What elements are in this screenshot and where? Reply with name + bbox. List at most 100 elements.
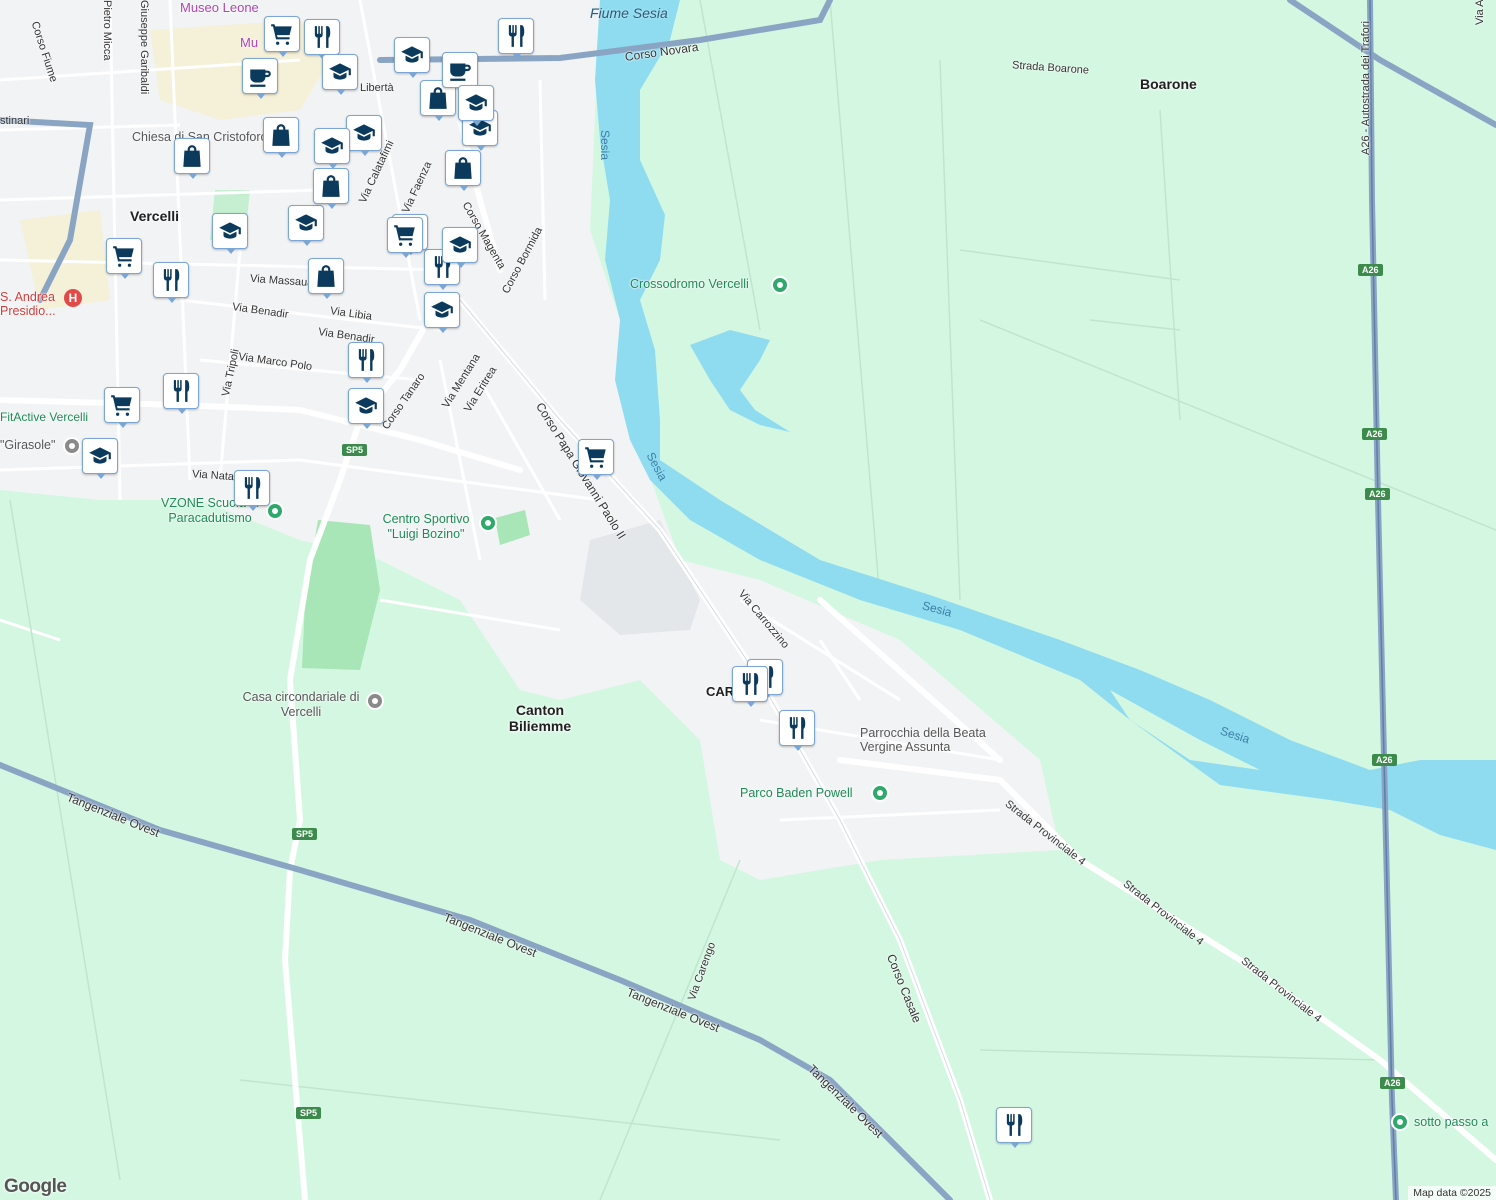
road-shield-a26-c: A26 xyxy=(1365,488,1390,500)
restaurant-marker[interactable] xyxy=(348,342,384,383)
shopping-icon xyxy=(425,85,451,111)
restaurant-marker[interactable] xyxy=(996,1107,1032,1148)
restaurant-marker[interactable] xyxy=(153,262,189,303)
supermarket-icon xyxy=(109,392,135,418)
restaurant-icon xyxy=(784,715,810,741)
restaurant-marker[interactable] xyxy=(779,710,815,751)
place-label-canton-biliemme: Canton Biliemme xyxy=(508,702,572,734)
road-label-liberta: Libertà xyxy=(360,82,394,94)
google-logo: Google xyxy=(4,1176,67,1197)
restaurant-marker[interactable] xyxy=(732,666,768,707)
school-marker[interactable] xyxy=(322,54,358,95)
supermarket-marker[interactable] xyxy=(106,238,142,279)
school-icon xyxy=(351,120,377,146)
cafe-icon xyxy=(247,63,273,89)
restaurant-marker[interactable] xyxy=(234,470,270,511)
supermarket-marker[interactable] xyxy=(578,439,614,480)
school-marker[interactable] xyxy=(442,227,478,268)
poi-label-parrocchia: Parrocchia della Beata Vergine Assunta xyxy=(860,726,986,754)
school-icon xyxy=(87,443,113,469)
school-marker[interactable] xyxy=(82,438,118,479)
road-label-cristinari: stinari xyxy=(0,115,30,127)
poi-label-hospital: S. Andrea Presidio... xyxy=(0,290,56,318)
poi-label-girasole: "Girasole" xyxy=(0,438,56,452)
restaurant-icon xyxy=(503,23,529,49)
school-icon xyxy=(447,232,473,258)
parco-poi-icon[interactable] xyxy=(871,784,889,802)
school-icon xyxy=(319,133,345,159)
restaurant-icon xyxy=(168,378,194,404)
school-icon xyxy=(217,218,243,244)
restaurant-icon xyxy=(1001,1112,1027,1138)
shopping-marker[interactable] xyxy=(263,117,299,158)
map-attribution[interactable]: Map data ©2025 xyxy=(1408,1186,1496,1200)
supermarket-icon xyxy=(583,444,609,470)
school-marker[interactable] xyxy=(212,213,248,254)
supermarket-marker[interactable] xyxy=(264,16,300,57)
shopping-icon xyxy=(318,173,344,199)
hospital-icon[interactable]: H xyxy=(64,289,82,307)
restaurant-marker[interactable] xyxy=(498,18,534,59)
school-marker[interactable] xyxy=(424,292,460,333)
cafe-marker[interactable] xyxy=(442,52,478,93)
school-marker[interactable] xyxy=(394,37,430,78)
poi-label-parco: Parco Baden Powell xyxy=(740,786,853,800)
poi-label-museo: Museo Leone xyxy=(180,0,259,15)
road-shield-sp5-a: SP5 xyxy=(342,444,368,456)
poi-label-casa-circondariale: Casa circondariale di Vercelli xyxy=(242,690,360,719)
cafe-icon xyxy=(447,57,473,83)
school-marker[interactable] xyxy=(458,85,494,126)
centro-sportivo-poi-icon[interactable] xyxy=(479,514,497,532)
school-icon xyxy=(293,210,319,236)
restaurant-marker[interactable] xyxy=(304,19,340,60)
road-shield-a26-e: A26 xyxy=(1380,1077,1405,1089)
school-marker[interactable] xyxy=(348,388,384,429)
cafe-marker[interactable] xyxy=(242,58,278,99)
shopping-marker[interactable] xyxy=(308,258,344,299)
road-shield-a26-b: A26 xyxy=(1362,428,1387,440)
school-marker[interactable] xyxy=(346,115,382,156)
supermarket-icon xyxy=(111,243,137,269)
river-title-label: Fiume Sesia xyxy=(590,5,668,21)
shopping-icon xyxy=(313,263,339,289)
place-label-boarone: Boarone xyxy=(1140,76,1197,92)
school-icon xyxy=(353,393,379,419)
restaurant-icon xyxy=(309,24,335,50)
school-poi-icon[interactable] xyxy=(63,437,81,455)
school-marker[interactable] xyxy=(314,128,350,169)
shopping-marker[interactable] xyxy=(313,168,349,209)
road-shield-a26-d: A26 xyxy=(1372,754,1397,766)
school-icon xyxy=(463,90,489,116)
school-icon xyxy=(429,297,455,323)
supermarket-marker[interactable] xyxy=(104,387,140,428)
sotto-passo-poi-icon[interactable] xyxy=(1391,1113,1409,1131)
road-label-micca: Pietro Micca xyxy=(101,0,113,61)
casa-circondariale-poi-icon[interactable] xyxy=(366,692,384,710)
shopping-icon xyxy=(268,122,294,148)
supermarket-marker[interactable] xyxy=(387,217,423,258)
shopping-marker[interactable] xyxy=(174,138,210,179)
poi-label-fitactive: FitActive Vercelli xyxy=(0,410,89,424)
school-icon xyxy=(327,59,353,85)
lake xyxy=(690,330,790,432)
poi-label-mu: Mu xyxy=(240,35,259,50)
restaurant-marker[interactable] xyxy=(163,373,199,414)
restaurant-icon xyxy=(239,475,265,501)
school-marker[interactable] xyxy=(288,205,324,246)
shopping-icon xyxy=(450,155,476,181)
road-label-garibaldi: Giuseppe Garibaldi xyxy=(138,0,150,95)
road-label-a26: A26 - Autostrada dei Trafori xyxy=(1360,21,1372,155)
road-shield-a26-a: A26 xyxy=(1358,264,1383,276)
crossodromo-poi-icon[interactable] xyxy=(771,276,789,294)
shopping-marker[interactable] xyxy=(445,150,481,191)
road-shield-sp5-b: SP5 xyxy=(292,828,318,840)
place-label-vercelli: Vercelli xyxy=(130,208,180,224)
supermarket-icon xyxy=(392,222,418,248)
road-label-via-af: Via A. F. Vietti xyxy=(1474,0,1486,25)
river-label-sesia-1: Sesia xyxy=(598,130,612,161)
poi-label-centro-sportivo: Centro Sportivo "Luigi Bozino" xyxy=(382,512,470,541)
poi-label-sotto-passo: sotto passo a xyxy=(1414,1115,1489,1129)
poi-label-crossodromo: Crossodromo Vercelli xyxy=(630,277,749,291)
shopping-icon xyxy=(179,143,205,169)
road-shield-sp5-c: SP5 xyxy=(296,1107,322,1119)
